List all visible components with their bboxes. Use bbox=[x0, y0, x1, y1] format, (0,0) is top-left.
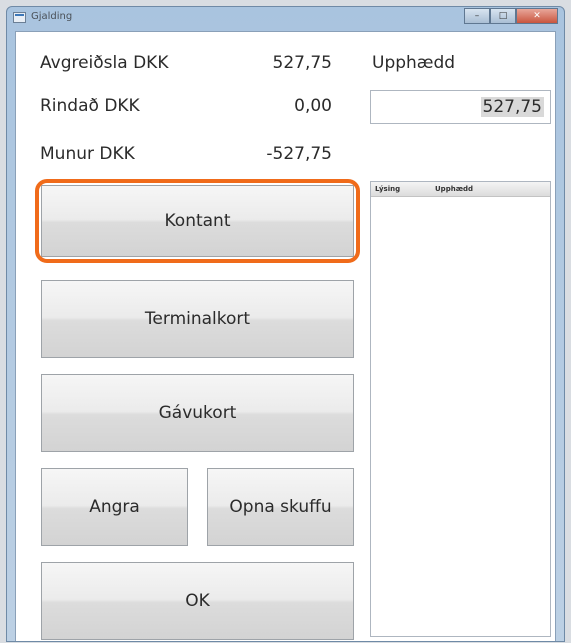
difference-label: Munur DKK bbox=[40, 144, 135, 164]
minimize-button[interactable]: – bbox=[464, 8, 490, 24]
sale-total-value: 527,75 bbox=[272, 53, 332, 73]
sale-total-label: Avgreiðsla DKK bbox=[40, 53, 169, 73]
gift-card-button-label: Gávukort bbox=[158, 403, 237, 423]
payments-grid[interactable]: Lýsing Upphædd bbox=[370, 181, 551, 637]
column-header-description[interactable]: Lýsing bbox=[371, 182, 431, 196]
maximize-button[interactable]: □ bbox=[490, 8, 516, 24]
window-app-icon bbox=[13, 12, 26, 23]
difference-value: -527,75 bbox=[266, 144, 332, 164]
payment-window: Gjalding – □ ✕ Avgreiðsla DKK 527,75 Rin… bbox=[6, 6, 565, 642]
close-button[interactable]: ✕ bbox=[516, 8, 558, 24]
dialog-client-area: Avgreiðsla DKK 527,75 Rindað DKK 0,00 Mu… bbox=[15, 31, 556, 641]
column-header-amount[interactable]: Upphædd bbox=[431, 182, 473, 196]
amount-input-value: 527,75 bbox=[480, 97, 544, 117]
terminal-card-button[interactable]: Terminalkort bbox=[41, 280, 354, 358]
caption-buttons: – □ ✕ bbox=[464, 8, 558, 24]
undo-button[interactable]: Angra bbox=[41, 468, 188, 546]
undo-button-label: Angra bbox=[89, 497, 140, 517]
payments-grid-header: Lýsing Upphædd bbox=[371, 182, 550, 197]
amount-input[interactable]: 527,75 bbox=[370, 90, 551, 124]
paid-label: Rindað DKK bbox=[40, 96, 140, 116]
cash-button-highlight bbox=[35, 179, 360, 263]
open-drawer-button[interactable]: Opna skuffu bbox=[207, 468, 354, 546]
title-bar[interactable]: Gjalding – □ ✕ bbox=[7, 7, 564, 31]
close-icon: ✕ bbox=[533, 11, 541, 21]
window-title: Gjalding bbox=[31, 11, 73, 22]
ok-button[interactable]: OK bbox=[41, 562, 354, 640]
open-drawer-button-label: Opna skuffu bbox=[229, 497, 332, 517]
terminal-card-button-label: Terminalkort bbox=[144, 309, 251, 329]
paid-value: 0,00 bbox=[294, 96, 332, 116]
amount-label: Upphædd bbox=[372, 53, 456, 73]
ok-button-label: OK bbox=[185, 591, 210, 611]
gift-card-button[interactable]: Gávukort bbox=[41, 374, 354, 452]
